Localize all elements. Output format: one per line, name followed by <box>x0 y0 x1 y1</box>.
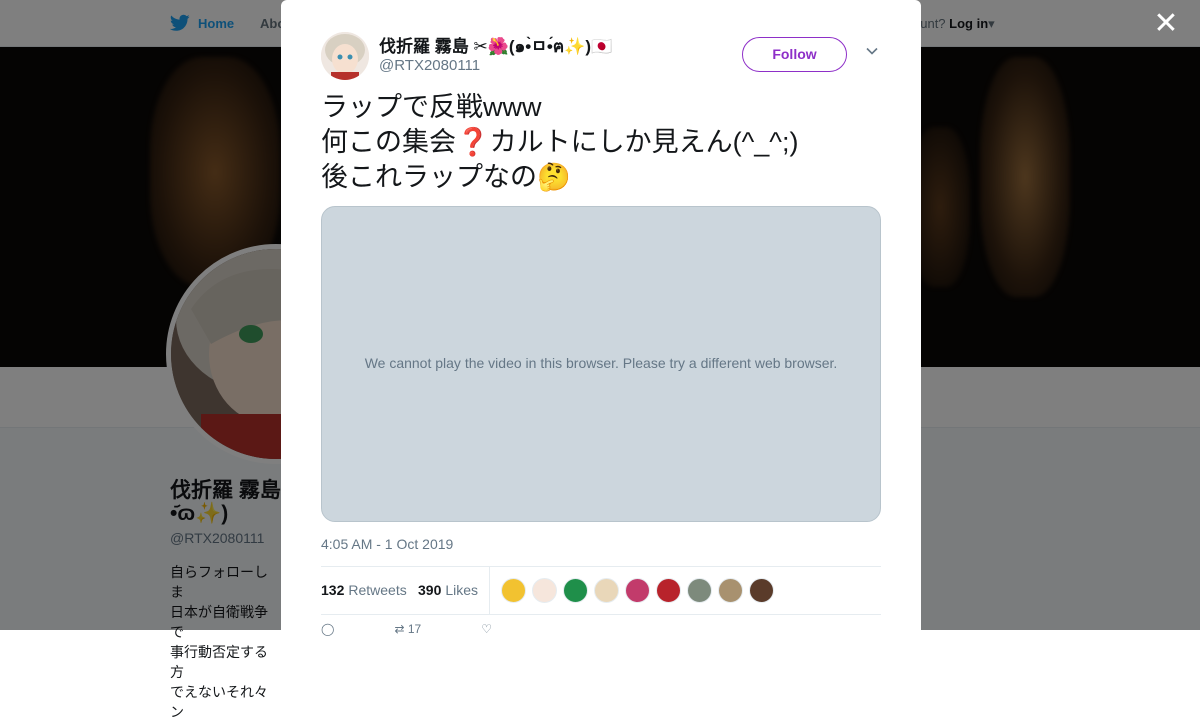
video-error-message: We cannot play the video in this browser… <box>364 355 838 371</box>
liker-avatar[interactable] <box>718 578 743 603</box>
liker-avatar[interactable] <box>625 578 650 603</box>
author-avatar[interactable] <box>321 32 369 80</box>
reply-icon[interactable]: ◯ <box>321 622 334 636</box>
stats-divider <box>489 567 490 614</box>
tweet-modal: 伐折羅 霧島 ✂🌺(๑•̀ㅁ•́ฅ✨)🇯🇵 @RTX2080111 Follow… <box>281 0 921 640</box>
retweets-label: Retweets <box>348 582 407 598</box>
bio-line: でえないそれ々ン <box>170 684 268 720</box>
author-name[interactable]: 伐折羅 霧島 ✂🌺(๑•̀ㅁ•́ฅ✨)🇯🇵 <box>379 32 612 60</box>
likes-label: Likes <box>445 582 479 598</box>
liker-avatar[interactable] <box>563 578 588 603</box>
liker-avatar[interactable] <box>501 578 526 603</box>
chevron-down-icon[interactable] <box>865 44 879 58</box>
liker-avatars <box>501 578 774 603</box>
liker-avatar[interactable] <box>594 578 619 603</box>
tweet-text-line: 後これラップなの🤔 <box>321 162 571 192</box>
retweets-stat[interactable]: 132 Retweets <box>321 582 407 598</box>
retweet-icon[interactable]: ⇄ 17 <box>394 622 421 636</box>
likes-stat[interactable]: 390 Likes <box>418 582 478 598</box>
tweet-timestamp[interactable]: 4:05 AM - 1 Oct 2019 <box>321 536 453 552</box>
retweet-action-count: 17 <box>407 622 422 636</box>
liker-avatar[interactable] <box>656 578 681 603</box>
tweet-text-line: ラップで反戦www <box>321 92 542 122</box>
video-player[interactable]: We cannot play the video in this browser… <box>321 206 881 522</box>
close-icon[interactable]: ✕ <box>1152 9 1180 39</box>
liker-avatar[interactable] <box>532 578 557 603</box>
author-handle[interactable]: @RTX2080111 <box>379 57 480 74</box>
tweet-stats: 132 Retweets 390 Likes <box>321 566 881 615</box>
tweet-actions: ◯ ⇄ 17 ♡ <box>321 622 492 636</box>
follow-button[interactable]: Follow <box>742 37 847 72</box>
tweet-text-line: 何この集会❓カルトにしか見えん(^_^;) <box>321 127 799 157</box>
heart-icon[interactable]: ♡ <box>481 622 492 636</box>
anime-avatar-image <box>321 32 369 80</box>
liker-avatar[interactable] <box>687 578 712 603</box>
bio-line: 事行動否定する方 <box>170 644 268 680</box>
tweet-text: ラップで反戦www 何この集会❓カルトにしか見えん(^_^;) 後これラップなの… <box>321 90 798 195</box>
likes-count: 390 <box>418 582 442 598</box>
retweets-count: 132 <box>321 582 345 598</box>
liker-avatar[interactable] <box>749 578 774 603</box>
